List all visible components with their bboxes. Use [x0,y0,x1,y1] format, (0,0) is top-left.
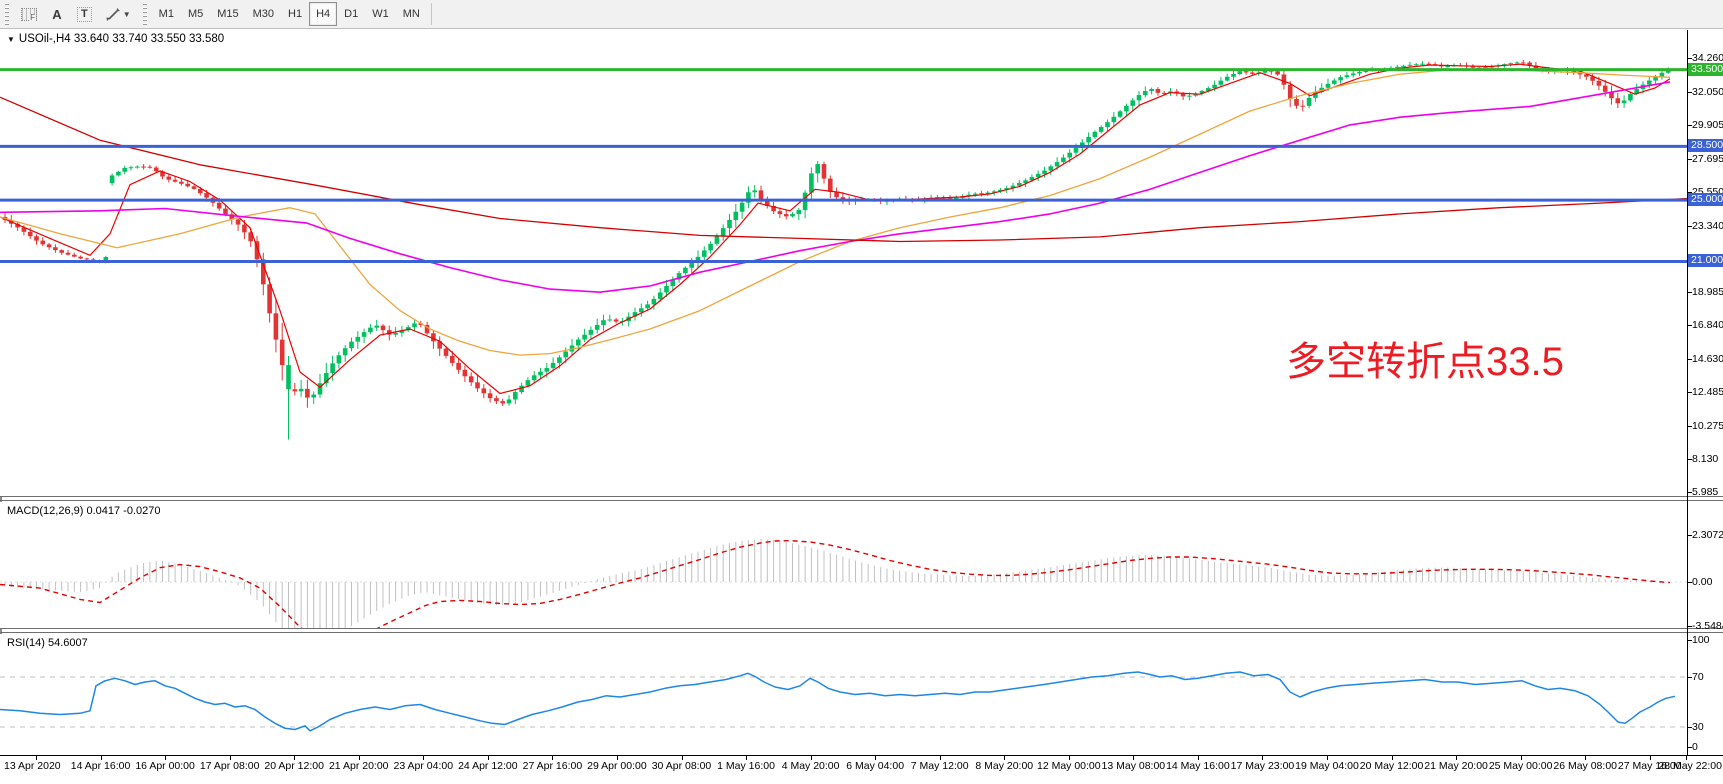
date-label: 23 Apr 04:00 [394,760,454,772]
price-tick-label: 70 [1692,671,1704,683]
ma-slow-red [0,97,1687,241]
text-box-button[interactable]: T [70,2,99,26]
date-label: 16 Apr 00:00 [135,760,195,772]
chart-grid-button[interactable]: F [14,2,44,26]
date-label: 1 May 16:00 [717,760,775,772]
price-tick-label: 0 [1692,741,1698,753]
timeframe-M1[interactable]: M1 [152,2,181,26]
date-label: 25 May 00:00 [1489,760,1553,772]
timeframe-H4[interactable]: H4 [309,2,337,26]
date-label: 28 May 22:00 [1658,760,1722,772]
chart-title-row: ▼ USOil-,H4 33.640 33.740 33.550 33.580 [7,33,224,45]
timeframe-toolbar-grip[interactable] [141,3,150,25]
date-label: 13 Apr 2020 [4,760,61,772]
ma-medium-orange [0,69,1670,355]
date-label: 21 May 20:00 [1424,760,1488,772]
rsi-panel-svg[interactable] [0,634,1687,755]
price-tick-label: 0.00 [1692,576,1712,588]
timeframe-M30[interactable]: M30 [246,2,281,26]
date-label: 14 Apr 16:00 [71,760,131,772]
timeframe-MN[interactable]: MN [396,2,427,26]
date-label: 17 May 23:00 [1231,760,1295,772]
price-level-badge: 28.500 [1688,139,1723,152]
price-tick-label: 14.630 [1692,353,1723,365]
date-label: 8 May 20:00 [975,760,1033,772]
time-axis[interactable]: 13 Apr 2020 14 Apr 16:00 16 Apr 00:00 17 Ap… [0,756,1723,784]
toolbar: F A T ▼ M1M5M15M30H1H4D1W1MN [0,0,1723,29]
date-label: 14 May 16:00 [1166,760,1230,772]
rsi-line [0,672,1675,731]
price-level-badge: 21.000 [1688,254,1723,267]
date-label: 12 May 00:00 [1037,760,1101,772]
panel-separator[interactable] [0,632,1723,633]
rsi-label: RSI(14) 54.6007 [7,637,88,649]
text-annotation-button[interactable]: A [44,2,70,26]
price-tick-label: 16.840 [1692,319,1723,331]
date-label: 24 Apr 12:00 [458,760,518,772]
date-label: 30 Apr 08:00 [652,760,712,772]
price-tick-label: -3.5484 [1692,620,1723,632]
chart-client-area: 34.26032.05029.90527.69525.55023.34018.9… [0,30,1723,784]
panel-separator[interactable] [0,628,1723,629]
price-tick-label: 27.695 [1692,153,1723,165]
price-tick-label: 12.485 [1692,386,1723,398]
date-label: 13 May 08:00 [1102,760,1166,772]
price-tick-label: 18.985 [1692,286,1723,298]
price-tick-label: 30 [1692,721,1704,733]
timeframe-M15[interactable]: M15 [210,2,245,26]
letter-a-icon: A [52,7,61,22]
date-label: 20 Apr 12:00 [264,760,324,772]
chart-title: USOil-,H4 33.640 33.740 33.550 33.580 [19,33,224,45]
timeframe-group: M1M5M15M30H1H4D1W1MN [152,2,427,26]
macd-panel-svg[interactable] [0,502,1687,628]
date-label: 20 May 12:00 [1360,760,1424,772]
chart-text-annotation: 多空转折点33.5 [1286,340,1564,384]
date-label: 29 Apr 00:00 [587,760,647,772]
price-tick-label: 10.275 [1692,420,1723,432]
date-label: 17 Apr 08:00 [200,760,260,772]
price-tick-label: 2.3072 [1692,529,1723,541]
panel-separator[interactable] [0,500,1723,501]
price-tick-label: 32.050 [1692,86,1723,98]
price-tick-label: 5.985 [1692,486,1718,498]
main-chart-svg[interactable] [0,30,1687,496]
date-label: 19 May 04:00 [1295,760,1359,772]
date-label: 27 Apr 16:00 [523,760,583,772]
dropdown-caret-icon: ▼ [123,10,131,19]
terminal-window: F A T ▼ M1M5M15M30H1H4D1W1MN 34.26 [0,0,1723,784]
macd-histogram [5,539,1668,628]
date-label: 26 May 08:00 [1553,760,1617,772]
grid-icon: F [21,8,37,21]
arrow-tools-button[interactable]: ▼ [99,2,138,26]
letter-t-icon: T [77,7,92,22]
price-level-badge: 33.500 [1688,63,1723,76]
price-tick-label: 29.905 [1692,119,1723,131]
date-label: 21 Apr 20:00 [329,760,389,772]
timeframe-H1[interactable]: H1 [281,2,309,26]
price-level-badge: 25.000 [1688,193,1723,206]
diagonal-arrows-icon [106,7,121,22]
date-label: 7 May 12:00 [911,760,969,772]
date-label: 4 May 20:00 [782,760,840,772]
macd-label: MACD(12,26,9) 0.0417 -0.0270 [7,505,160,517]
toolbar-separator [431,3,432,25]
timeframe-D1[interactable]: D1 [337,2,365,26]
collapse-arrow-icon[interactable]: ▼ [7,35,15,44]
toolbar-grip[interactable] [3,3,12,25]
date-label: 6 May 04:00 [846,760,904,772]
timeframe-M5[interactable]: M5 [181,2,210,26]
timeframe-W1[interactable]: W1 [365,2,396,26]
price-tick-label: 8.130 [1692,453,1718,465]
price-tick-label: 23.340 [1692,220,1723,232]
price-tick-label: 100 [1692,634,1710,646]
panel-separator[interactable] [0,496,1723,497]
